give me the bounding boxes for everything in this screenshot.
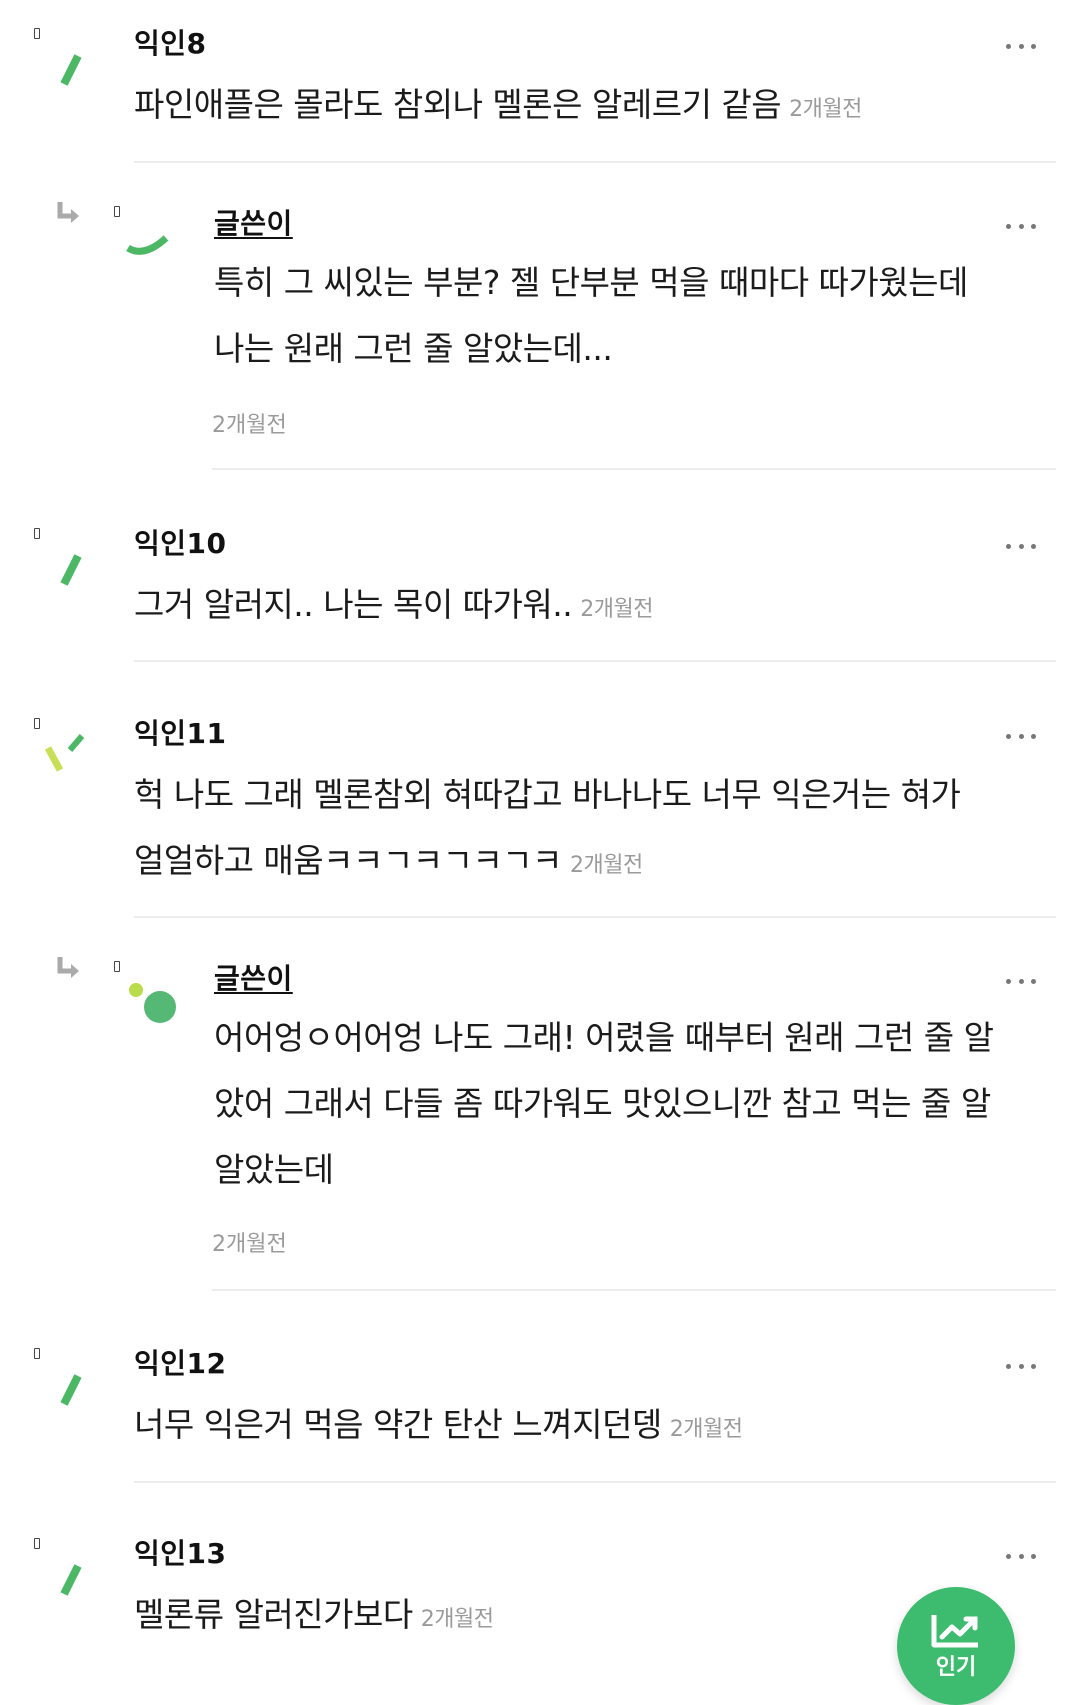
bookmark-icon[interactable] bbox=[34, 28, 40, 39]
commenter-name[interactable]: 익인11 bbox=[134, 712, 227, 752]
divider bbox=[212, 468, 1056, 470]
more-options-icon[interactable] bbox=[1006, 222, 1036, 230]
avatar bbox=[126, 235, 169, 255]
divider bbox=[134, 1481, 1056, 1483]
divider bbox=[134, 660, 1056, 662]
comment-text: 헉 나도 그래 멜론참외 혀따갑고 바나나도 너무 익은거는 혀가 얼얼하고 매… bbox=[134, 762, 961, 899]
bookmark-icon[interactable] bbox=[34, 1538, 40, 1549]
avatar bbox=[60, 1374, 82, 1406]
more-options-icon[interactable] bbox=[1006, 732, 1036, 740]
comment-text-line: 헉 나도 그래 멜론참외 혀따갑고 바나나도 너무 익은거는 혀가 bbox=[134, 775, 961, 814]
bookmark-icon[interactable] bbox=[34, 1348, 40, 1359]
more-options-icon[interactable] bbox=[1006, 542, 1036, 550]
comment-text-line: 았어 그래서 다들 좀 따가워도 맛있으니깐 참고 먹는 줄 알 bbox=[214, 1084, 991, 1123]
comment-text-line: 알았는데 bbox=[214, 1150, 334, 1189]
more-options-icon[interactable] bbox=[1006, 977, 1036, 985]
comment-time: 2개월전 bbox=[212, 1232, 287, 1257]
comment-time: 2개월전 bbox=[580, 597, 653, 622]
bookmark-icon[interactable] bbox=[114, 206, 120, 217]
comment-text-line: 파인애플은 몰라도 참외나 멜론은 알레르기 같음 bbox=[134, 85, 782, 124]
avatar bbox=[129, 983, 176, 1023]
commenter-name[interactable]: 익인13 bbox=[134, 1532, 227, 1572]
more-options-icon[interactable] bbox=[1006, 1362, 1036, 1370]
comment-text-line: 얼얼하고 매움ㅋㅋㄱㅋㄱㅋㄱㅋ bbox=[134, 841, 563, 880]
comment-item: 익인11 헉 나도 그래 멜론참외 혀따갑고 바나나도 너무 익은거는 혀가 얼… bbox=[0, 690, 1080, 930]
comment-text-line: 너무 익은거 먹음 약간 탄산 느껴지던뎅 bbox=[134, 1405, 662, 1444]
commenter-name[interactable]: 익인10 bbox=[134, 522, 227, 562]
comment-item: 익인12 너무 익은거 먹음 약간 탄산 느껴지던뎅 2개월전 bbox=[0, 1320, 1080, 1490]
bookmark-icon[interactable] bbox=[114, 961, 120, 972]
comment-text-line: 멜론류 알러진가보다 bbox=[134, 1595, 413, 1634]
popular-fab-button[interactable]: 인기 bbox=[897, 1587, 1015, 1705]
bookmark-icon[interactable] bbox=[34, 528, 40, 539]
comment-text: 멜론류 알러진가보다 2개월전 bbox=[134, 1582, 494, 1653]
comment-time: 2개월전 bbox=[669, 1417, 743, 1442]
comment-time: 2개월전 bbox=[212, 413, 287, 438]
comment-text: 너무 익은거 먹음 약간 탄산 느껴지던뎅 2개월전 bbox=[134, 1392, 743, 1463]
reply-arrow-icon bbox=[57, 202, 79, 223]
divider bbox=[212, 1289, 1056, 1291]
comment-time: 2개월전 bbox=[789, 97, 862, 122]
commenter-name[interactable]: 익인8 bbox=[134, 22, 207, 62]
divider bbox=[134, 916, 1056, 918]
comment-text: 특히 그 씨있는 부분? 젤 단부분 먹을 때마다 따가웠는데 나는 원래 그런… bbox=[214, 250, 968, 382]
comment-item: 익인8 파인애플은 몰라도 참외나 멜론은 알레르기 같음 2개월전 bbox=[0, 0, 1080, 170]
comment-text: 파인애플은 몰라도 참외나 멜론은 알레르기 같음 2개월전 bbox=[134, 72, 862, 143]
comment-time: 2개월전 bbox=[570, 853, 643, 878]
avatar bbox=[60, 1564, 82, 1596]
comment-text-line: 어어엉ㅇ어어엉 나도 그래! 어렸을 때부터 원래 그런 줄 알 bbox=[214, 1018, 994, 1057]
more-options-icon[interactable] bbox=[1006, 42, 1036, 50]
avatar bbox=[44, 734, 85, 772]
trend-chart-icon bbox=[931, 1615, 978, 1648]
reply-arrow-icon bbox=[57, 957, 79, 978]
comment-text: 어어엉ㅇ어어엉 나도 그래! 어렸을 때부터 원래 그런 줄 알 았어 그래서 … bbox=[214, 1005, 994, 1203]
bookmark-icon[interactable] bbox=[34, 718, 40, 729]
more-options-icon[interactable] bbox=[1006, 1552, 1036, 1560]
commenter-name[interactable]: 글쓴이 bbox=[214, 202, 293, 242]
reply-item: 글쓴이 특히 그 씨있는 부분? 젤 단부분 먹을 때마다 따가웠는데 나는 원… bbox=[0, 180, 1080, 480]
commenter-name[interactable]: 글쓴이 bbox=[214, 957, 293, 997]
comment-text: 그거 알러지.. 나는 목이 따가워.. 2개월전 bbox=[134, 572, 653, 643]
reply-item: 글쓴이 어어엉ㅇ어어엉 나도 그래! 어렸을 때부터 원래 그런 줄 알 았어 … bbox=[0, 935, 1080, 1305]
avatar bbox=[60, 54, 82, 86]
comment-text-line: 특히 그 씨있는 부분? 젤 단부분 먹을 때마다 따가웠는데 bbox=[214, 263, 968, 302]
commenter-name[interactable]: 익인12 bbox=[134, 1342, 227, 1382]
fab-label: 인기 bbox=[935, 1655, 977, 1680]
comment-time: 2개월전 bbox=[420, 1607, 494, 1632]
comment-text-line: 나는 원래 그런 줄 알았는데... bbox=[214, 329, 613, 368]
avatar bbox=[60, 554, 82, 586]
divider bbox=[134, 161, 1056, 163]
comment-text-line: 그거 알러지.. 나는 목이 따가워.. bbox=[134, 585, 573, 624]
comment-item: 익인10 그거 알러지.. 나는 목이 따가워.. 2개월전 bbox=[0, 500, 1080, 670]
